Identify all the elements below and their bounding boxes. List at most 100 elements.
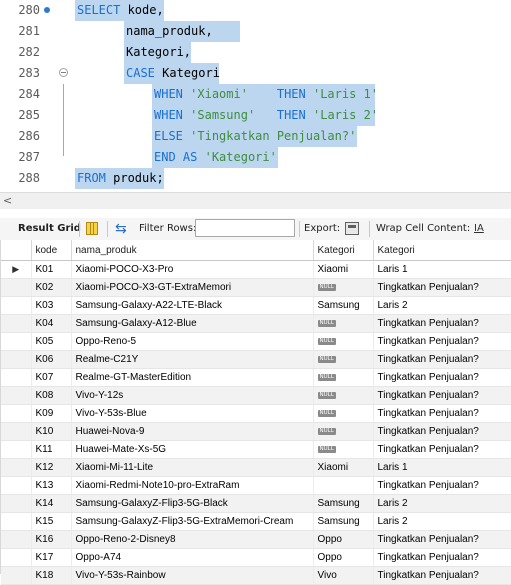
cell-kategori[interactable]: Samsung [313,512,374,531]
table-row[interactable]: K02 Xiaomi-POCO-X3-GT-ExtraMemori NULL Ting… [1,278,511,297]
row-indicator[interactable] [1,494,32,513]
cell-kategori[interactable]: NULL [313,386,374,405]
cell-kategori[interactable]: NULL [313,404,374,423]
cell-kategori[interactable]: Xiaomi [313,260,374,279]
export-icon[interactable] [345,222,359,235]
cell-kategori-case[interactable]: Laris 1 [373,260,511,279]
code-line[interactable]: 281 nama_produk, [0,21,511,42]
cell-kategori[interactable]: Samsung [313,296,374,315]
cell-kategori-case[interactable]: Tingkatkan Penjualan? [373,278,511,297]
table-row[interactable]: K18 Vivo-Y-53s-Rainbow Vivo Tingkatkan Penj… [1,566,511,585]
cell-kode[interactable]: K05 [31,332,72,351]
row-indicator[interactable] [1,296,32,315]
cell-nama-produk[interactable]: Samsung-Galaxy-A12-Blue [71,314,314,333]
refresh-icon[interactable]: ⇆ [115,219,127,239]
cell-kategori-case[interactable]: Tingkatkan Penjualan? [373,350,511,369]
current-row-icon[interactable]: ▶ [1,260,32,279]
cell-nama-produk[interactable]: Xiaomi-POCO-X3-GT-ExtraMemori [71,278,314,297]
cell-nama-produk[interactable]: Vivo-Y-53s-Rainbow [71,566,314,585]
scroll-left-icon[interactable]: < [3,193,12,208]
cell-nama-produk[interactable]: Xiaomi-Mi-11-Lite [71,458,314,477]
row-indicator[interactable] [1,368,32,387]
cell-kategori[interactable]: Oppo [313,548,374,567]
sql-editor[interactable]: 280 SELECT kode, 281 nama_produk, 282 Kategor… [0,0,511,192]
cell-kategori-case[interactable]: Tingkatkan Penjualan? [373,386,511,405]
table-row[interactable]: K03 Samsung-Galaxy-A22-LTE-Black Samsung La… [1,296,511,315]
cell-kategori-case[interactable]: Tingkatkan Penjualan? [373,530,511,549]
filter-rows-input[interactable] [195,219,295,237]
cell-kode[interactable]: K14 [31,494,72,513]
cell-kode[interactable]: K06 [31,350,72,369]
code-line[interactable]: 286 ELSE 'Tingkatkan Penjualan?' [0,126,511,147]
table-row[interactable]: ▶ K01 Xiaomi-POCO-X3-Pro Xiaomi Laris 1 [1,260,511,279]
cell-kode[interactable]: K01 [31,260,72,279]
table-row[interactable]: K09 Vivo-Y-53s-Blue NULL Tingkatkan Penjual… [1,404,511,423]
table-row[interactable]: K04 Samsung-Galaxy-A12-Blue NULL Tingkatkan… [1,314,511,333]
cell-kategori-case[interactable]: Tingkatkan Penjualan? [373,404,511,423]
cell-kategori-case[interactable]: Tingkatkan Penjualan? [373,548,511,567]
cell-nama-produk[interactable]: Samsung-GalaxyZ-Flip3-5G-Black [71,494,314,513]
cell-nama-produk[interactable]: Samsung-Galaxy-A22-LTE-Black [71,296,314,315]
cell-kategori[interactable]: NULL [313,314,374,333]
cell-kode[interactable]: K02 [31,278,72,297]
table-row[interactable]: K10 Huawei-Nova-9 NULL Tingkatkan Penjualan… [1,422,511,441]
cell-kode[interactable]: K07 [31,368,72,387]
column-header-kategori[interactable]: Kategori [313,240,374,261]
row-indicator[interactable] [1,386,32,405]
cell-kategori-case[interactable]: Tingkatkan Penjualan? [373,368,511,387]
code-line[interactable]: 284 WHEN 'Xiaomi' THEN 'Laris 1' [0,84,511,105]
cell-kategori-case[interactable]: Tingkatkan Penjualan? [373,566,511,585]
cell-kategori[interactable]: Oppo [313,530,374,549]
row-indicator[interactable] [1,278,32,297]
cell-kode[interactable]: K13 [31,476,72,495]
cell-nama-produk[interactable]: Oppo-A74 [71,548,314,567]
cell-nama-produk[interactable]: Realme-C21Y [71,350,314,369]
table-row[interactable]: K15 Samsung-GalaxyZ-Flip3-5G-ExtraMemori-… [1,512,511,531]
cell-kategori-case[interactable]: Laris 1 [373,458,511,477]
row-indicator[interactable] [1,404,32,423]
cell-kategori[interactable]: NULL [313,350,374,369]
cell-kode[interactable]: K10 [31,422,72,441]
cell-kategori[interactable]: NULL [313,368,374,387]
column-header-kategori-case[interactable]: Kategori [373,240,511,261]
cell-kategori[interactable] [313,476,374,495]
column-header-nama-produk[interactable]: nama_produk [71,240,314,261]
table-row[interactable]: K16 Oppo-Reno-2-Disney8 Oppo Tingkatkan Pen… [1,530,511,549]
row-indicator[interactable] [1,350,32,369]
cell-kategori[interactable]: NULL [313,332,374,351]
cell-kode[interactable]: K03 [31,296,72,315]
code-line[interactable]: 282 Kategori, [0,42,511,63]
cell-nama-produk[interactable]: Realme-GT-MasterEdition [71,368,314,387]
cell-kategori-case[interactable]: Tingkatkan Penjualan? [373,440,511,459]
cell-kategori[interactable]: NULL [313,440,374,459]
cell-kategori-case[interactable]: Tingkatkan Penjualan? [373,422,511,441]
table-row[interactable]: K06 Realme-C21Y NULL Tingkatkan Penjualan? [1,350,511,369]
editor-horizontal-scrollbar[interactable]: < [0,192,511,209]
table-row[interactable]: K07 Realme-GT-MasterEdition NULL Tingkatkan… [1,368,511,387]
cell-nama-produk[interactable]: Huawei-Nova-9 [71,422,314,441]
row-indicator[interactable] [1,512,32,531]
cell-kategori-case[interactable]: Laris 2 [373,512,511,531]
row-indicator[interactable] [1,530,32,549]
result-grid-tab[interactable]: Result Grid [18,218,81,240]
cell-kategori-case[interactable]: Tingkatkan Penjualan? [373,332,511,351]
table-row[interactable]: K11 Huawei-Mate-Xs-5G NULL Tingkatkan Penju… [1,440,511,459]
code-line[interactable]: 280 SELECT kode, [0,0,511,21]
row-indicator[interactable] [1,440,32,459]
cell-nama-produk[interactable]: Oppo-Reno-5 [71,332,314,351]
table-row[interactable]: K08 Vivo-Y-12s NULL Tingkatkan Penjualan? [1,386,511,405]
cell-kode[interactable]: K16 [31,530,72,549]
form-editor-icon[interactable] [86,222,98,235]
cell-kode[interactable]: K17 [31,548,72,567]
cell-kode[interactable]: K15 [31,512,72,531]
cell-kategori-case[interactable]: Tingkatkan Penjualan? [373,476,511,495]
cell-nama-produk[interactable]: Xiaomi-Redmi-Note10-pro-ExtraRam [71,476,314,495]
cell-kode[interactable]: K12 [31,458,72,477]
table-row[interactable]: K17 Oppo-A74 Oppo Tingkatkan Penjualan? [1,548,511,567]
row-indicator[interactable] [1,314,32,333]
cell-kategori-case[interactable]: Laris 2 [373,296,511,315]
cell-nama-produk[interactable]: Samsung-GalaxyZ-Flip3-5G-ExtraMemori-Cre… [71,512,314,531]
cell-nama-produk[interactable]: Oppo-Reno-2-Disney8 [71,530,314,549]
cell-kategori-case[interactable]: Tingkatkan Penjualan? [373,314,511,333]
wrap-cell-icon[interactable]: IA [474,219,484,239]
